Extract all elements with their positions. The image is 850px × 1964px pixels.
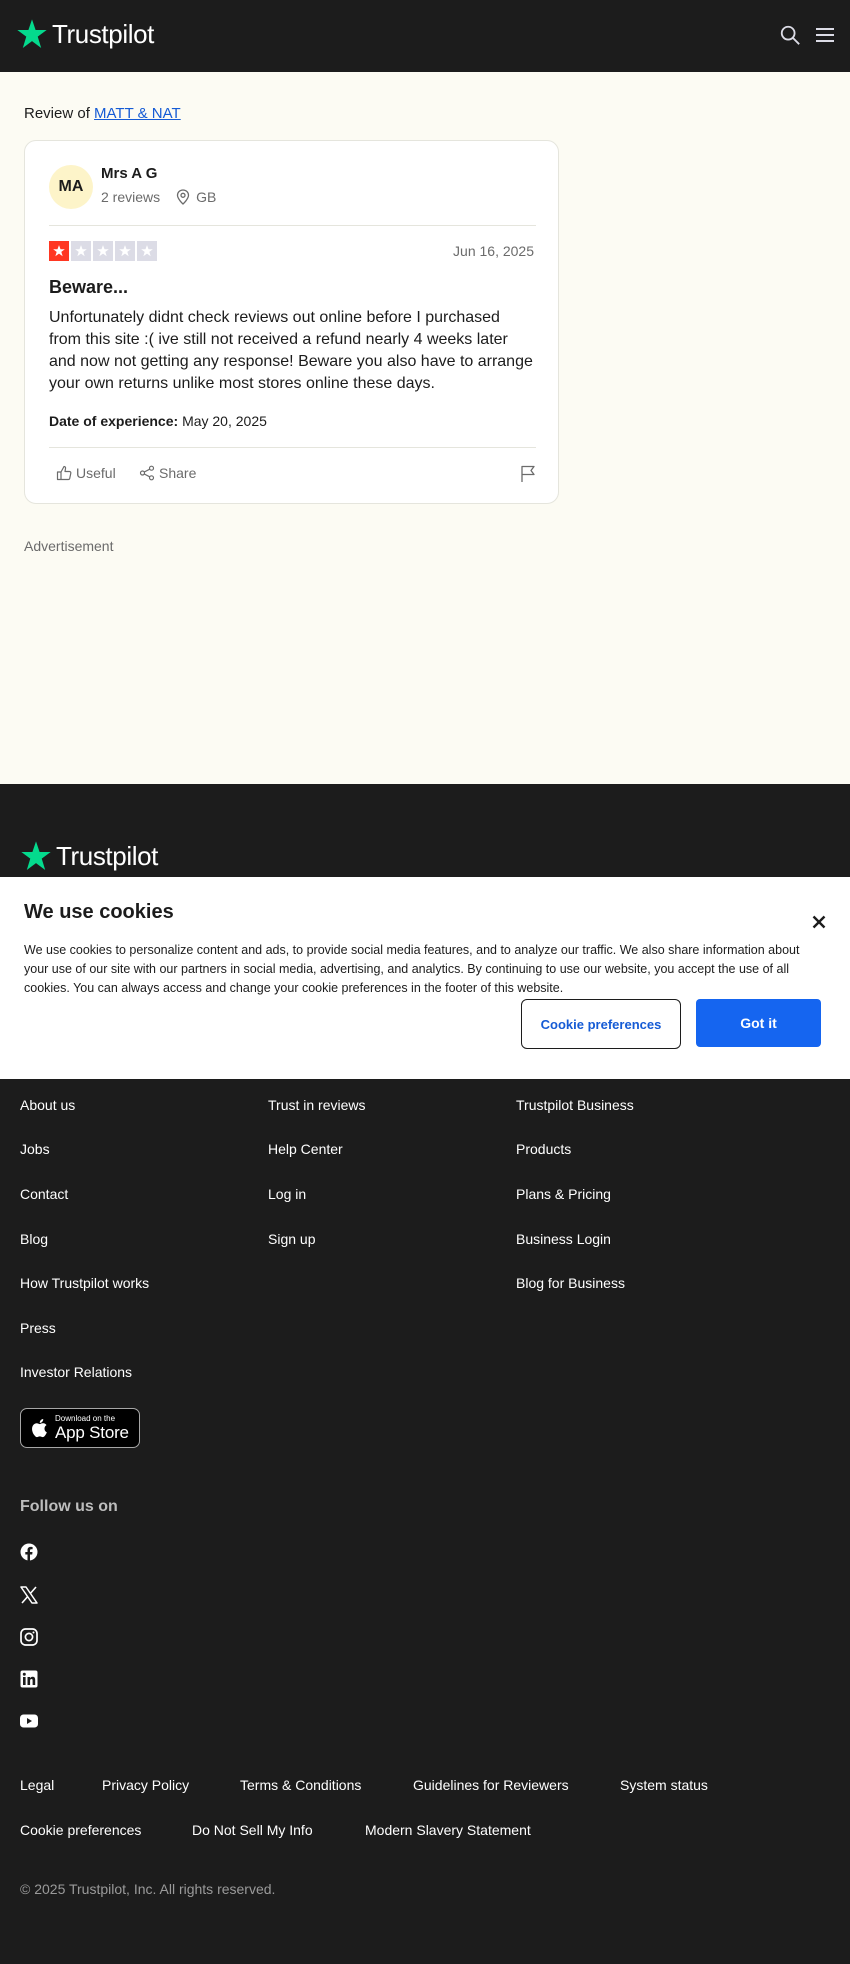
search-icon[interactable] xyxy=(779,24,801,46)
cookie-title: We use cookies xyxy=(24,901,174,923)
footer-link[interactable]: Investor Relations xyxy=(20,1364,132,1380)
thumbs-up-icon xyxy=(56,465,72,481)
date-of-experience: Date of experience: May 20, 2025 xyxy=(49,413,267,429)
footer-link[interactable]: About us xyxy=(20,1097,75,1113)
footer-link[interactable]: Help Center xyxy=(268,1141,343,1157)
review-of-prefix: Review of xyxy=(24,105,90,122)
company-link[interactable]: MATT & NAT xyxy=(94,105,181,122)
footer-link[interactable]: Jobs xyxy=(20,1141,50,1157)
card-divider xyxy=(49,447,536,448)
review-body: Unfortunately didnt check reviews out on… xyxy=(49,309,533,392)
star-empty-icon xyxy=(93,241,113,261)
linkedin-icon[interactable] xyxy=(20,1670,38,1688)
footer-link[interactable]: Blog xyxy=(20,1231,48,1247)
do-not-sell-link[interactable]: Do Not Sell My Info xyxy=(192,1822,313,1838)
footer-link[interactable]: Blog for Business xyxy=(516,1275,625,1291)
review-title[interactable]: Beware... xyxy=(49,277,128,298)
guidelines-link[interactable]: Guidelines for Reviewers xyxy=(413,1777,569,1793)
footer-logo[interactable]: Trustpilot xyxy=(20,840,158,872)
useful-label: Useful xyxy=(76,465,116,481)
advertisement-label: Advertisement xyxy=(24,538,114,554)
accept-cookies-button[interactable]: Got it xyxy=(696,999,821,1047)
cookie-text: We use cookies to personalize content an… xyxy=(24,943,800,995)
trustpilot-star-icon xyxy=(17,19,47,48)
footer-link[interactable]: Log in xyxy=(268,1186,306,1202)
trustpilot-logo[interactable]: Trustpilot xyxy=(16,18,154,50)
brand-name: Trustpilot xyxy=(52,18,154,49)
footer-link[interactable]: Trustpilot Business xyxy=(516,1097,634,1113)
trustpilot-star-icon xyxy=(21,841,51,870)
footer-link[interactable]: Contact xyxy=(20,1186,68,1202)
follow-us-label: Follow us on xyxy=(20,1498,118,1515)
share-icon xyxy=(139,465,155,481)
main-content: Review of MATT & NAT MA Mrs A G 2 review… xyxy=(0,72,850,784)
star-empty-icon xyxy=(137,241,157,261)
review-actions: Useful Share xyxy=(49,465,536,487)
star-empty-icon xyxy=(115,241,135,261)
star-filled-icon xyxy=(49,241,69,261)
experience-date: May 20, 2025 xyxy=(182,413,267,429)
location-pin-icon xyxy=(176,189,190,205)
footer-link[interactable]: Sign up xyxy=(268,1231,315,1247)
reviewer-name[interactable]: Mrs A G xyxy=(101,165,157,182)
footer-link[interactable]: Trust in reviews xyxy=(268,1097,366,1113)
share-button[interactable]: Share xyxy=(139,465,196,481)
app-store-text: Download on the App Store xyxy=(55,1414,129,1442)
footer-link[interactable]: How Trustpilot works xyxy=(20,1275,149,1291)
app-store-small-text: Download on the xyxy=(55,1414,116,1423)
copyright: © 2025 Trustpilot, Inc. All rights reser… xyxy=(20,1881,276,1897)
site-header: Trustpilot xyxy=(0,0,850,72)
cookie-banner: We use cookies We use cookies to persona… xyxy=(0,877,850,1079)
terms-link[interactable]: Terms & Conditions xyxy=(240,1777,361,1793)
reviewer-location: GB xyxy=(176,189,216,205)
reviewer-meta: 2 reviews GB xyxy=(101,189,216,205)
report-flag-icon[interactable] xyxy=(520,465,536,483)
review-card: MA Mrs A G 2 reviews GB Jun 16, 2025 Bew… xyxy=(24,140,559,504)
footer-link[interactable]: Press xyxy=(20,1320,56,1336)
footer-link[interactable]: Products xyxy=(516,1141,571,1157)
review-date: Jun 16, 2025 xyxy=(453,243,534,259)
star-rating xyxy=(49,241,157,261)
facebook-icon[interactable] xyxy=(20,1543,38,1561)
location-text: GB xyxy=(196,189,217,205)
review-of-line: Review of MATT & NAT xyxy=(24,105,181,122)
apple-icon xyxy=(32,1419,47,1438)
share-label: Share xyxy=(159,465,197,481)
cookie-preferences-button[interactable]: Cookie preferences xyxy=(521,999,681,1049)
app-store-badge[interactable]: Download on the App Store xyxy=(20,1408,140,1448)
x-twitter-icon[interactable] xyxy=(20,1586,38,1604)
footer-brand-name: Trustpilot xyxy=(56,840,158,871)
modern-slavery-link[interactable]: Modern Slavery Statement xyxy=(365,1822,531,1838)
hamburger-menu-icon[interactable] xyxy=(815,26,835,44)
footer-link[interactable]: Business Login xyxy=(516,1231,611,1247)
useful-button[interactable]: Useful xyxy=(56,465,116,481)
close-icon[interactable] xyxy=(812,915,826,929)
youtube-icon[interactable] xyxy=(20,1714,38,1728)
footer-link[interactable]: Plans & Pricing xyxy=(516,1186,611,1202)
card-divider xyxy=(49,225,536,226)
privacy-policy-link[interactable]: Privacy Policy xyxy=(102,1777,189,1793)
reviews-count: 2 reviews xyxy=(101,189,161,205)
experience-label: Date of experience: xyxy=(49,413,179,429)
star-empty-icon xyxy=(71,241,91,261)
instagram-icon[interactable] xyxy=(20,1628,38,1646)
cookie-preferences-link[interactable]: Cookie preferences xyxy=(20,1822,141,1838)
system-status-link[interactable]: System status xyxy=(620,1777,708,1793)
app-store-big-text: App Store xyxy=(55,1423,129,1442)
avatar[interactable]: MA xyxy=(49,165,93,209)
legal-link[interactable]: Legal xyxy=(20,1777,54,1793)
